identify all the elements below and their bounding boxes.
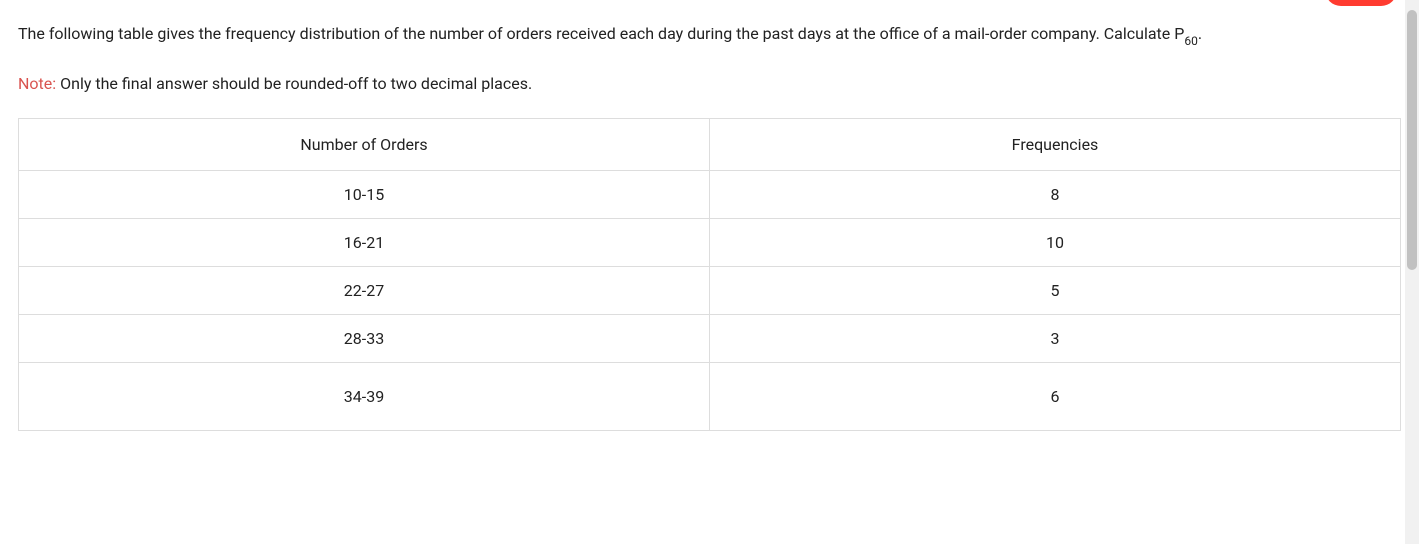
table-cell-orders: 22-27: [19, 267, 710, 315]
table-row: 28-33 3: [19, 315, 1401, 363]
table-cell-orders: 34-39: [19, 363, 710, 431]
question-text-before: The following table gives the frequency …: [18, 24, 1184, 43]
table-header-row: Number of Orders Frequencies: [19, 119, 1401, 171]
question-text-after: .: [1198, 24, 1202, 43]
table-cell-orders: 28-33: [19, 315, 710, 363]
frequency-table: Number of Orders Frequencies 10-15 8 16-…: [18, 118, 1401, 431]
table-header-frequencies: Frequencies: [710, 119, 1401, 171]
table-cell-freq: 3: [710, 315, 1401, 363]
note-line: Note: Only the final answer should be ro…: [18, 71, 1401, 97]
table-cell-freq: 10: [710, 219, 1401, 267]
note-text: Only the final answer should be rounded-…: [56, 74, 532, 93]
table-row: 22-27 5: [19, 267, 1401, 315]
table-header-orders: Number of Orders: [19, 119, 710, 171]
table-cell-orders: 16-21: [19, 219, 710, 267]
table-cell-freq: 5: [710, 267, 1401, 315]
table-row: 16-21 10: [19, 219, 1401, 267]
scrollbar-track[interactable]: [1405, 0, 1419, 544]
question-text: The following table gives the frequency …: [18, 20, 1401, 51]
table-row: 34-39 6: [19, 363, 1401, 431]
table-row: 10-15 8: [19, 171, 1401, 219]
top-red-pill: [1325, 0, 1397, 6]
scrollbar-thumb[interactable]: [1407, 10, 1417, 270]
question-subscript: 60: [1184, 34, 1198, 48]
table-cell-freq: 6: [710, 363, 1401, 431]
table-cell-freq: 8: [710, 171, 1401, 219]
table-cell-orders: 10-15: [19, 171, 710, 219]
note-label: Note:: [18, 74, 56, 93]
